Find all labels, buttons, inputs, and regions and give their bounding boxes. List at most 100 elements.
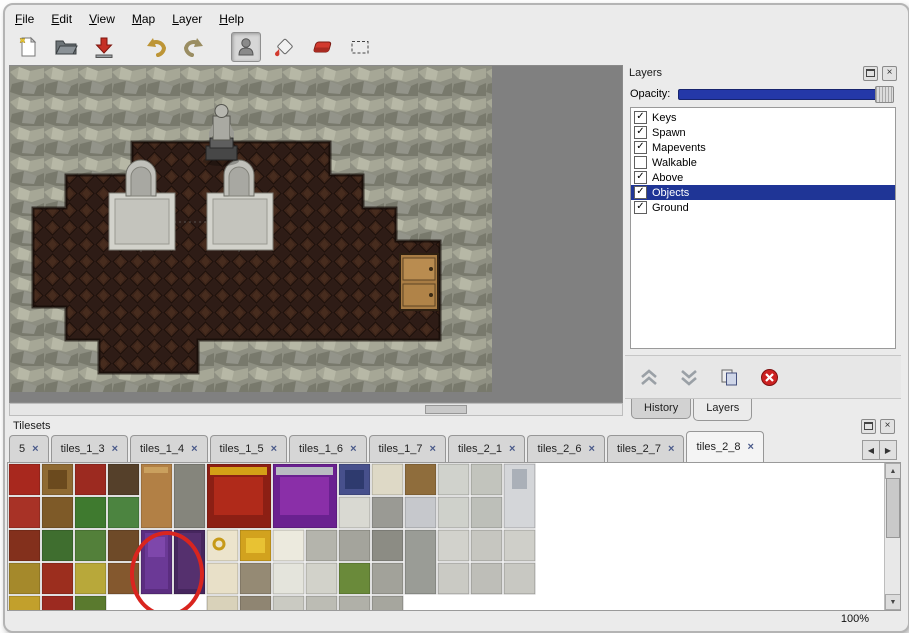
zoom-level: 100%: [841, 613, 869, 625]
layers-panel: Layers × Opacity: ✓Keys✓Spawn✓MapeventsW…: [625, 63, 901, 415]
arrow-right-icon: ▶: [885, 446, 891, 455]
open-button[interactable]: [51, 32, 81, 62]
layer-row-spawn[interactable]: ✓ Spawn: [631, 125, 895, 140]
float-panel-button[interactable]: [863, 66, 878, 81]
tileset-tab-tiles_2_6[interactable]: tiles_2_6 ×: [527, 435, 604, 462]
save-download-icon: [92, 35, 116, 59]
duplicate-icon: [720, 368, 739, 387]
tileset-tab-tiles_2_7[interactable]: tiles_2_7 ×: [607, 435, 684, 462]
menu-item-layer[interactable]: Layer: [172, 12, 202, 26]
tileset-tab-tiles_1_6[interactable]: tiles_1_6×: [289, 435, 366, 462]
tab-label: tiles_1_7: [379, 443, 423, 455]
scrollbar-thumb[interactable]: [425, 405, 467, 414]
tab-close-icon[interactable]: ×: [32, 444, 38, 454]
layer-name: Above: [652, 172, 683, 184]
layer-visibility-checkbox[interactable]: ✓: [634, 111, 647, 124]
chevron-down-icon: [679, 369, 699, 386]
scrollbar-thumb[interactable]: [886, 478, 900, 538]
tab-close-icon[interactable]: ×: [747, 442, 753, 452]
tileset-tab-tiles_1_4[interactable]: tiles_1_4×: [130, 435, 207, 462]
menu-item-edit[interactable]: Edit: [51, 12, 72, 26]
panel-tab-history[interactable]: History: [631, 399, 691, 419]
tab-label: tiles_2_6: [537, 443, 581, 455]
tabs-scroll-left-button[interactable]: ◀: [863, 441, 879, 459]
annotation-circle: [130, 531, 204, 611]
scroll-up-button[interactable]: ▲: [885, 463, 901, 479]
layer-visibility-checkbox[interactable]: ✓: [634, 141, 647, 154]
fill-tool-button[interactable]: [269, 32, 299, 62]
tab-label: tiles_2_8: [696, 441, 740, 453]
new-file-button[interactable]: [13, 32, 43, 62]
tab-close-icon[interactable]: ×: [509, 444, 515, 454]
tileset-tabbar: 5×tiles_1_3×tiles_1_4×tiles_1_5×tiles_1_…: [7, 435, 901, 462]
tab-close-icon[interactable]: ×: [589, 444, 595, 454]
tileset-view[interactable]: ▲ ▼: [7, 462, 901, 611]
layer-visibility-checkbox[interactable]: ✓: [634, 201, 647, 214]
layer-visibility-checkbox[interactable]: ✓: [634, 171, 647, 184]
eraser-tool-button[interactable]: [307, 32, 337, 62]
map-canvas[interactable]: [9, 65, 623, 403]
layer-name: Objects: [652, 187, 689, 199]
tab-close-icon[interactable]: ×: [191, 444, 197, 454]
menu-item-map[interactable]: Map: [132, 12, 155, 26]
tileset-vertical-scrollbar[interactable]: ▲ ▼: [884, 463, 900, 610]
close-panel-button[interactable]: ×: [882, 66, 897, 81]
close-panel-button[interactable]: ×: [880, 419, 895, 434]
layer-row-mapevents[interactable]: ✓Mapevents: [631, 140, 895, 155]
layer-row-keys[interactable]: ✓Keys: [631, 110, 895, 125]
opacity-slider-handle[interactable]: [875, 86, 894, 103]
float-panel-button[interactable]: [861, 419, 876, 434]
rect-select-tool-button[interactable]: [345, 32, 375, 62]
layer-row-ground[interactable]: ✓Ground: [631, 200, 895, 215]
menu-item-file[interactable]: File: [15, 12, 34, 26]
tileset-image[interactable]: [8, 463, 538, 610]
layer-row-above[interactable]: ✓ Above: [631, 170, 895, 185]
scroll-down-button[interactable]: ▼: [885, 594, 901, 610]
tileset-tab-tiles_1_5[interactable]: tiles_1_5×: [210, 435, 287, 462]
tab-label: tiles_2_7: [617, 443, 661, 455]
tab-close-icon[interactable]: ×: [350, 444, 356, 454]
tileset-tab-tiles_2_8[interactable]: tiles_2_8 ×: [686, 431, 763, 462]
tileset-tab-5[interactable]: 5×: [9, 435, 49, 462]
arrow-left-icon: ◀: [868, 446, 874, 455]
duplicate-layer-button[interactable]: [717, 366, 741, 388]
chevron-up-icon: [639, 369, 659, 386]
canvas-horizontal-scrollbar[interactable]: [9, 403, 623, 416]
tileset-tab-tiles_1_3[interactable]: tiles_1_3×: [51, 435, 128, 462]
tileset-tab-tiles_2_1[interactable]: tiles_2_1×: [448, 435, 525, 462]
new-file-icon: [16, 35, 40, 59]
tileset-tab-tiles_1_7[interactable]: tiles_1_7 ×: [369, 435, 446, 462]
layer-name: Spawn: [652, 127, 686, 139]
tabs-scroll-right-button[interactable]: ▶: [879, 441, 896, 459]
undo-button[interactable]: [141, 32, 171, 62]
restore-icon: [864, 422, 873, 430]
save-button[interactable]: [89, 32, 119, 62]
layer-visibility-checkbox[interactable]: [634, 156, 647, 169]
menu-item-help[interactable]: Help: [219, 12, 244, 26]
layer-actions-toolbar: [625, 355, 901, 399]
menu-item-view[interactable]: View: [89, 12, 115, 26]
lower-layer-button[interactable]: [677, 366, 701, 388]
delete-layer-button[interactable]: [757, 366, 781, 388]
selection-rectangle-icon: [349, 36, 371, 58]
redo-button[interactable]: [179, 32, 209, 62]
layer-row-objects[interactable]: ✓ Objects: [631, 185, 895, 200]
tab-close-icon[interactable]: ×: [430, 444, 436, 454]
eraser-icon: [309, 36, 335, 58]
tab-close-icon[interactable]: ×: [668, 444, 674, 454]
tab-close-icon[interactable]: ×: [271, 444, 277, 454]
layer-visibility-checkbox[interactable]: ✓: [634, 126, 647, 139]
app-window: File Edit View Map Layer Help: [3, 3, 909, 633]
tab-close-icon[interactable]: ×: [112, 444, 118, 454]
redo-icon: [182, 35, 206, 59]
close-icon: ×: [887, 68, 893, 78]
raise-layer-button[interactable]: [637, 366, 661, 388]
cabinet: [400, 254, 438, 310]
person-icon: [235, 36, 257, 58]
layer-visibility-checkbox[interactable]: ✓: [634, 186, 647, 199]
opacity-slider[interactable]: [678, 89, 892, 100]
opacity-row: Opacity:: [625, 83, 901, 105]
map-image[interactable]: [10, 66, 492, 392]
entity-stamp-tool-button[interactable]: [231, 32, 261, 62]
layer-row-walkable[interactable]: Walkable: [631, 155, 895, 170]
